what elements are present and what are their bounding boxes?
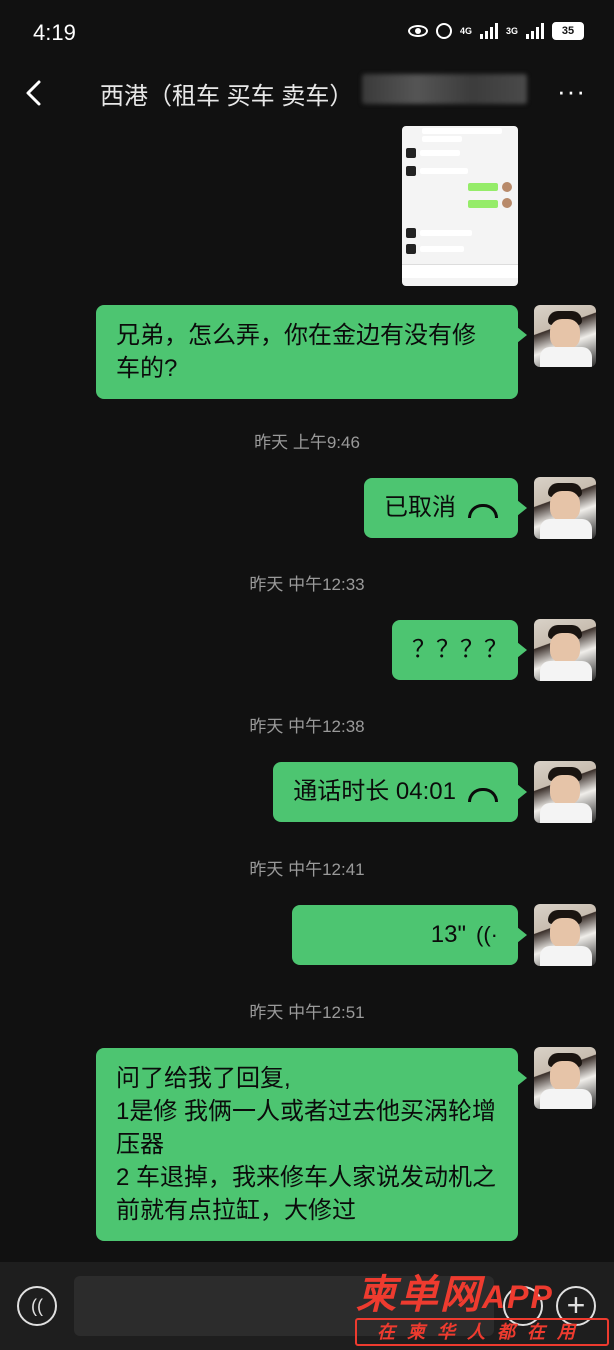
avatar[interactable]	[534, 761, 596, 823]
back-arrow-icon[interactable]	[20, 78, 50, 108]
status-time: 4:19	[33, 20, 76, 45]
timestamp: 昨天 中午12:38	[249, 717, 365, 736]
message-bubble[interactable]: ？？？？	[392, 620, 527, 680]
network-label-3g: 3G	[505, 25, 518, 36]
phone-hangup-icon	[468, 787, 498, 802]
message-line: 2 车退掉，我来修车人家说发动机之前就有点拉缸，大修过	[116, 1164, 497, 1224]
watermark-text: 柬单网	[356, 1273, 482, 1317]
timestamp: 昨天 中午12:33	[249, 575, 365, 594]
timestamp: 昨天 上午9:46	[254, 433, 360, 452]
avatar[interactable]	[534, 305, 596, 367]
alarm-icon	[435, 23, 452, 39]
phone-hangup-icon	[468, 503, 498, 518]
chat-header: 西港（租车 买车 卖车） ···	[0, 62, 614, 124]
watermark-logo: 柬单网APP	[356, 1262, 554, 1320]
message-bubble[interactable]: 兄弟，怎么弄，你在金边有没有修车的?	[96, 305, 527, 399]
message-line: 问了给我了回复,	[116, 1065, 291, 1092]
avatar[interactable]	[534, 1047, 596, 1109]
message-line: 1是修 我俩一人或者过去他买涡轮增压器	[116, 1098, 497, 1158]
message-bubble[interactable]: 问了给我了回复, 1是修 我俩一人或者过去他买涡轮增压器 2 车退掉，我来修车人…	[96, 1048, 527, 1241]
eye-icon	[407, 25, 428, 37]
call-duration-bubble[interactable]: 通话时长 04:01	[273, 762, 527, 822]
image-message[interactable]	[402, 126, 518, 286]
more-options-icon[interactable]: ···	[557, 76, 586, 107]
status-icons: 4G 3G 35	[407, 22, 584, 40]
message-text: ？？？？	[412, 636, 508, 663]
message-text: 兄弟，怎么弄，你在金边有没有修车的?	[116, 322, 476, 382]
timestamp: 昨天 中午12:41	[249, 860, 365, 879]
network-label-4g: 4G	[459, 25, 472, 36]
voice-duration: 13"	[430, 921, 467, 948]
avatar[interactable]	[534, 619, 596, 681]
voice-message-bubble[interactable]: 13" ((·	[292, 905, 527, 965]
message-text: 已取消	[384, 494, 456, 521]
watermark-slogan: 在柬华人都在用	[355, 1318, 609, 1346]
redacted-title	[362, 74, 527, 104]
signal-icon-2	[526, 23, 544, 39]
battery-icon: 35	[552, 22, 584, 40]
chat-title: 西港（租车 买车 卖车）	[100, 83, 354, 110]
cancelled-call-bubble[interactable]: 已取消	[364, 478, 527, 538]
voice-wave-icon: ((·	[476, 922, 498, 947]
signal-icon	[479, 23, 498, 39]
voice-input-toggle-icon[interactable]: ((	[17, 1286, 57, 1326]
avatar[interactable]	[534, 477, 596, 539]
timestamp: 昨天 中午12:51	[249, 1003, 365, 1022]
status-bar: 4:19 4G 3G 35	[0, 0, 614, 62]
message-text: 通话时长 04:01	[293, 778, 456, 805]
watermark-app-text: APP	[482, 1279, 554, 1315]
avatar[interactable]	[534, 904, 596, 966]
